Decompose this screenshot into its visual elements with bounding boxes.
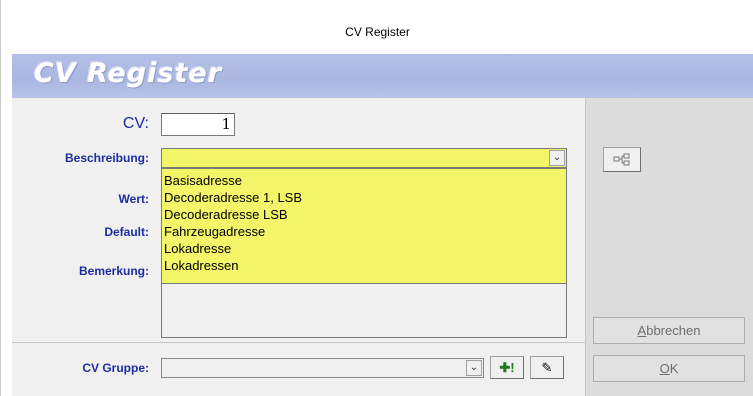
beschreibung-label: Beschreibung:: [64, 151, 149, 165]
edit-group-button[interactable]: ✎: [530, 356, 564, 379]
add-group-button[interactable]: ✚!: [490, 356, 524, 379]
chevron-down-icon[interactable]: ⌄: [549, 150, 565, 166]
chevron-down-icon[interactable]: ⌄: [466, 360, 482, 376]
list-item[interactable]: Lokadressen: [162, 257, 566, 274]
edit-note-icon: ✎: [541, 360, 553, 375]
title-bar: CV Register: [1, 0, 753, 54]
ok-accelerator: O: [659, 361, 670, 376]
ok-label-rest: K: [669, 361, 679, 376]
list-item[interactable]: Lokadresse: [162, 240, 566, 257]
form-divider: [12, 342, 585, 343]
cancel-label-rest: bbrechen: [646, 323, 701, 338]
list-item[interactable]: Decoderadresse 1, LSB: [162, 189, 566, 206]
banner-title: CV Register: [34, 58, 223, 89]
cv-number-field[interactable]: 1: [161, 113, 235, 136]
cv-label: CV:: [122, 115, 149, 132]
cv-gruppe-combobox[interactable]: ⌄: [161, 358, 484, 378]
right-button-panel: [585, 98, 753, 396]
tree-structure-button[interactable]: [603, 147, 641, 172]
beschreibung-combobox[interactable]: ⌄: [161, 148, 567, 168]
dialog-window: CV Register CV Register CV: Beschreibung…: [0, 0, 753, 396]
tree-structure-icon: [613, 153, 630, 166]
default-label: Default:: [104, 225, 149, 239]
list-item[interactable]: Decoderadresse LSB: [162, 206, 566, 223]
bemerkung-label: Bemerkung:: [78, 264, 149, 278]
window-title: CV Register: [345, 25, 410, 39]
bemerkung-textarea[interactable]: [161, 284, 567, 338]
header-banner: CV Register: [12, 54, 753, 98]
wert-label: Wert:: [118, 192, 149, 206]
beschreibung-dropdown-list: Basisadresse Decoderadresse 1, LSB Decod…: [161, 168, 567, 284]
list-item[interactable]: Basisadresse: [162, 172, 566, 189]
cancel-button[interactable]: Abbrechen: [593, 317, 745, 344]
list-item[interactable]: Fahrzeugadresse: [162, 223, 566, 240]
add-icon: ✚!: [499, 360, 515, 375]
cv-gruppe-label: CV Gruppe:: [82, 361, 149, 375]
ok-button[interactable]: OK: [593, 355, 745, 382]
cancel-accelerator: A: [637, 323, 647, 338]
